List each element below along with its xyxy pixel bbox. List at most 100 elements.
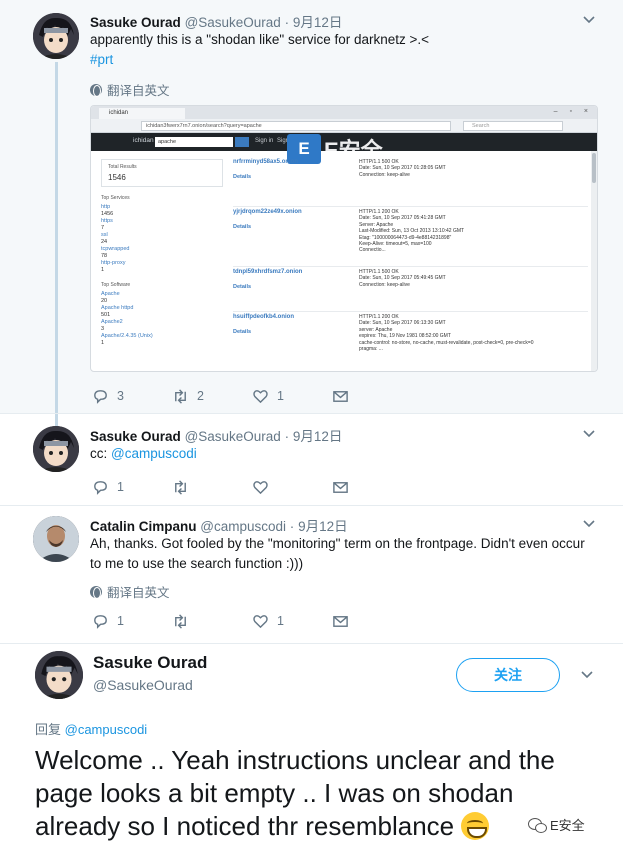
- follow-button[interactable]: 关注: [456, 658, 560, 692]
- reply-button[interactable]: 1: [92, 479, 172, 496]
- software-list: Apache 20 Apache httpd 501 Apache2 3 Apa…: [101, 291, 223, 347]
- translate-label: 翻译自英文: [107, 84, 170, 98]
- retweet-button[interactable]: 2: [172, 388, 252, 405]
- tweet-2[interactable]: Sasuke Ourad @SasukeOurad · 9月12日 cc: @c…: [0, 413, 623, 505]
- grinning-face-icon: [461, 812, 490, 840]
- result-banner: HTTP/1.1 200 OK Date: Sun, 10 Sep 2017 0…: [359, 314, 534, 353]
- site-logo: ichidan: [133, 137, 154, 144]
- avatar[interactable]: [33, 426, 79, 472]
- wechat-icon: [528, 817, 547, 833]
- focused-tweet[interactable]: Sasuke Ourad @SasukeOurad 关注 回复 @campusc…: [0, 643, 623, 851]
- translate-link[interactable]: 翻译自英文: [90, 80, 170, 99]
- chevron-down-icon[interactable]: [583, 430, 595, 442]
- heart-icon: [253, 480, 268, 494]
- mention-link[interactable]: @campuscodi: [65, 722, 148, 737]
- tweet-1[interactable]: Sasuke Ourad @SasukeOurad · 9月12日 appare…: [0, 0, 623, 413]
- avatar[interactable]: [33, 13, 79, 59]
- site-body: Total Results 1546 Top Services http 145…: [91, 151, 597, 371]
- result-host: yjrjdrqom22ze49x.onion: [233, 209, 302, 215]
- tweet-actions: 1: [92, 477, 412, 497]
- author-handle[interactable]: @SasukeOurad: [185, 429, 281, 444]
- attached-image[interactable]: ichidan – ▫ × ichidan3fwerx7rn7.onion/se…: [90, 105, 598, 372]
- author-handle[interactable]: @campuscodi: [200, 519, 286, 534]
- dm-button[interactable]: [332, 613, 412, 630]
- hashtag-link[interactable]: #prt: [90, 50, 113, 70]
- result-banner: HTTP/1.1 200 OK Date: Sun, 10 Sep 2017 0…: [359, 209, 465, 254]
- translate-link[interactable]: 翻译自英文: [90, 582, 170, 601]
- like-count: 1: [277, 614, 284, 628]
- reply-button[interactable]: 3: [92, 388, 172, 405]
- tweet-3[interactable]: Catalin Cimpanu @campuscodi · 9月12日 Ah, …: [0, 505, 623, 643]
- reply-icon: [94, 480, 107, 495]
- avatar[interactable]: [35, 651, 83, 699]
- results-sidebar: Total Results 1546 Top Services http 145…: [101, 159, 223, 347]
- chevron-down-icon[interactable]: [583, 16, 595, 28]
- browser-search: Search: [463, 121, 563, 131]
- service-count: 24: [101, 239, 108, 245]
- software-name: Apache/2.4.35 (Unix): [101, 333, 153, 339]
- result-item: tdnpl59xhrdfsmz7.onion Details HTTP/1.1 …: [233, 267, 588, 312]
- separator: ·: [289, 519, 295, 534]
- author-name[interactable]: Sasuke Ourad: [90, 15, 181, 30]
- tweet-header: Catalin Cimpanu @campuscodi · 9月12日: [90, 515, 348, 535]
- tweet-date[interactable]: 9月12日: [298, 519, 348, 534]
- like-button[interactable]: [252, 479, 332, 496]
- dm-button[interactable]: [332, 388, 412, 405]
- author-name[interactable]: Sasuke Ourad: [90, 429, 181, 444]
- software-count: 501: [101, 312, 111, 318]
- result-banner: HTTP/1.1 500 OK Date: Sun, 10 Sep 2017 0…: [359, 269, 446, 288]
- tweet-header: Sasuke Ourad @SasukeOurad · 9月12日: [90, 425, 342, 445]
- tweet-text-prefix: cc:: [90, 446, 112, 461]
- avatar[interactable]: [33, 516, 79, 562]
- reply-count: 1: [117, 480, 124, 494]
- reply-count: 1: [117, 614, 124, 628]
- tweet-date[interactable]: 9月12日: [293, 15, 343, 30]
- tweet-actions: 3 2 1: [92, 386, 412, 406]
- software-name: Apache httpd: [101, 305, 134, 311]
- like-count: 1: [277, 389, 284, 403]
- result-banner: HTTP/1.1 500 OK Date: Sun, 10 Sep 2017 0…: [359, 159, 446, 178]
- chevron-down-icon[interactable]: [583, 520, 595, 532]
- service-count: 1456: [101, 211, 114, 217]
- total-results-box: Total Results 1546: [101, 159, 223, 187]
- retweet-button[interactable]: [172, 613, 252, 630]
- service-count: 78: [101, 253, 108, 259]
- browser-tab: ichidan: [99, 108, 185, 119]
- author-name[interactable]: Sasuke Ourad: [93, 653, 207, 673]
- software-count: 20: [101, 298, 108, 304]
- result-host: tdnpl59xhrdfsmz7.onion: [233, 269, 303, 275]
- services-list: http 1456 https 7 ssl 24 tcpwrapped 78 h…: [101, 204, 223, 274]
- result-item: nrfrrminyd58ax5.onion Details HTTP/1.1 5…: [233, 157, 588, 207]
- author-handle[interactable]: @SasukeOurad: [185, 15, 281, 30]
- tweet-text: cc: @campuscodi: [90, 444, 197, 464]
- result-item: hsuiffpdeofkb4.onion Details HTTP/1.1 20…: [233, 312, 588, 362]
- service-name: tcpwrapped: [101, 246, 130, 252]
- service-name: http: [101, 204, 111, 210]
- tweet-date[interactable]: 9月12日: [293, 429, 343, 444]
- watermark: E安全: [528, 815, 585, 834]
- results-list: nrfrrminyd58ax5.onion Details HTTP/1.1 5…: [233, 157, 588, 362]
- tweet-text: Welcome .. Yeah instructions unclear and…: [35, 744, 595, 843]
- like-button[interactable]: 1: [252, 388, 332, 405]
- site-signin: Sign in: [255, 138, 274, 144]
- chevron-down-icon[interactable]: [581, 671, 593, 683]
- browser-tabbar: ichidan – ▫ ×: [91, 106, 597, 119]
- site-header: ichidan apache Sign in Sign up E E安全: [91, 133, 597, 164]
- total-results-value: 1546: [108, 173, 126, 182]
- translate-label: 翻译自英文: [107, 586, 170, 600]
- retweet-button[interactable]: [172, 479, 252, 496]
- top-software-label: Top Software: [101, 282, 131, 288]
- software-count: 3: [101, 326, 105, 332]
- site-search-input: apache: [155, 137, 233, 147]
- mention-link[interactable]: @campuscodi: [111, 446, 197, 461]
- window-controls: – ▫ ×: [553, 108, 593, 115]
- reply-button[interactable]: 1: [92, 613, 172, 630]
- globe-icon: [90, 585, 102, 599]
- like-button[interactable]: 1: [252, 613, 332, 630]
- reply-icon: [94, 614, 107, 629]
- author-name[interactable]: Catalin Cimpanu: [90, 519, 197, 534]
- browser-urlbar: ichidan3fwerx7rn7.onion/search?query=apa…: [91, 119, 597, 133]
- dm-button[interactable]: [332, 479, 412, 496]
- reply-icon: [94, 389, 107, 404]
- author-handle[interactable]: @SasukeOurad: [93, 677, 193, 693]
